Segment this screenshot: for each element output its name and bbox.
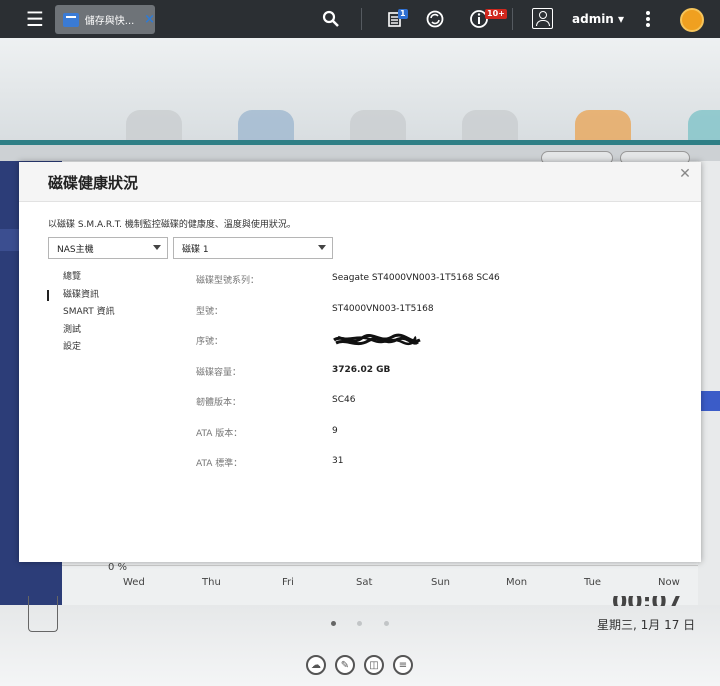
widget-panel — [28, 596, 58, 632]
usage-chart-area — [62, 565, 698, 605]
info-badge: 10+ — [485, 9, 507, 19]
chart-day-label: Tue — [584, 577, 602, 588]
clock-time: 00:07 — [612, 596, 682, 606]
dialog-nav: 總覽 磁碟資訊 SMART 資訊 測試 設定 — [47, 271, 115, 359]
nav-item-test[interactable]: 測試 — [63, 324, 115, 342]
chart-day-label: Now — [658, 577, 680, 588]
host-select[interactable]: NAS主機 — [48, 237, 168, 259]
info-value: 3726.02 GB — [332, 364, 391, 375]
nav-item-disk-info[interactable]: 磁碟資訊 — [47, 289, 115, 307]
desktop-app-icon — [126, 110, 182, 140]
disk-select[interactable]: 磁碟 1 — [173, 237, 333, 259]
user-menu[interactable]: admin ▾ — [572, 12, 624, 26]
dialog-title: 磁碟健康狀況 — [48, 174, 139, 192]
user-icon[interactable] — [532, 8, 553, 29]
storage-window-right-panel — [698, 161, 720, 605]
chart-day-label: Sat — [356, 577, 373, 588]
page-dot[interactable] — [331, 621, 336, 626]
chart-day-label: Mon — [506, 577, 528, 588]
nav-item-overview[interactable]: 總覽 — [63, 271, 115, 289]
chart-day-label: Thu — [202, 577, 221, 588]
sync-icon[interactable] — [424, 9, 446, 29]
dock-tools-icon[interactable]: ✎ — [335, 655, 355, 675]
desktop-app-icon — [575, 110, 631, 140]
info-label: 序號： — [196, 337, 224, 347]
dock-cloud-icon[interactable]: ☁ — [306, 655, 326, 675]
app-tab-storage[interactable]: 儲存與快... × — [55, 5, 155, 34]
info-label: ATA 版本： — [196, 428, 243, 439]
info-label: 韌體版本： — [196, 398, 242, 408]
desktop-app-icon — [350, 110, 406, 140]
divider — [361, 8, 362, 30]
menu-icon[interactable]: ☰ — [22, 6, 48, 32]
dashboard-gauge-icon[interactable] — [680, 8, 704, 32]
desktop-app-icon — [462, 110, 518, 140]
dropdown-arrow-icon — [153, 245, 161, 250]
info-label: ATA 標準： — [196, 459, 243, 469]
info-label: 磁碟容量： — [196, 367, 242, 378]
close-icon[interactable]: ✕ — [677, 166, 693, 182]
disk-select-value: 磁碟 1 — [182, 244, 209, 255]
info-value: 31 — [332, 456, 344, 466]
dialog-description: 以磁碟 S.M.A.R.T. 機制監控磁碟的健康度、溫度與使用狀況。 — [48, 220, 296, 230]
chart-day-label: Wed — [123, 577, 145, 588]
top-bar: ☰ 儲存與快... × 1 10+ admin ▾ — [0, 0, 720, 38]
info-value: Seagate ST4000VN003-1T5168 SC46 — [332, 273, 500, 283]
disk-health-dialog: 磁碟健康狀況 ✕ 以磁碟 S.M.A.R.T. 機制監控磁碟的健康度、溫度與使用… — [19, 162, 701, 562]
chart-day-label: Fri — [282, 577, 294, 588]
nav-item-smart-info[interactable]: SMART 資訊 — [63, 306, 115, 324]
search-icon[interactable] — [320, 8, 342, 30]
nav-item-settings[interactable]: 設定 — [63, 341, 115, 359]
dock-book-icon[interactable]: ◫ — [364, 655, 384, 675]
close-icon[interactable]: × — [144, 12, 155, 27]
divider — [512, 8, 513, 30]
dock-notes-icon[interactable]: ≡ — [393, 655, 413, 675]
page-dot[interactable] — [384, 621, 389, 626]
info-label: 磁碟型號系列： — [196, 276, 260, 286]
desktop-app-icon — [688, 110, 720, 140]
page-dot[interactable] — [357, 621, 362, 626]
clock-date: 星期三, 1月 17 日 — [597, 618, 696, 632]
chart-axis-label: 0 % — [108, 562, 128, 573]
host-select-value: NAS主機 — [57, 244, 94, 255]
desktop-app-icon — [238, 110, 294, 140]
info-value: 9 — [332, 425, 338, 436]
info-label: 型號： — [196, 306, 224, 317]
dialog-header: 磁碟健康狀況 ✕ — [19, 162, 701, 202]
app-tab-label: 儲存與快... — [84, 16, 135, 27]
dropdown-arrow-icon — [318, 245, 326, 250]
redacted-serial-scribble — [333, 333, 421, 346]
chart-day-label: Sun — [431, 577, 451, 588]
tasks-badge: 1 — [398, 9, 408, 19]
info-value: SC46 — [332, 395, 356, 405]
storage-app-icon — [63, 12, 79, 27]
more-options-icon[interactable] — [640, 8, 656, 30]
info-value: ST4000VN003-1T5168 — [332, 303, 434, 314]
